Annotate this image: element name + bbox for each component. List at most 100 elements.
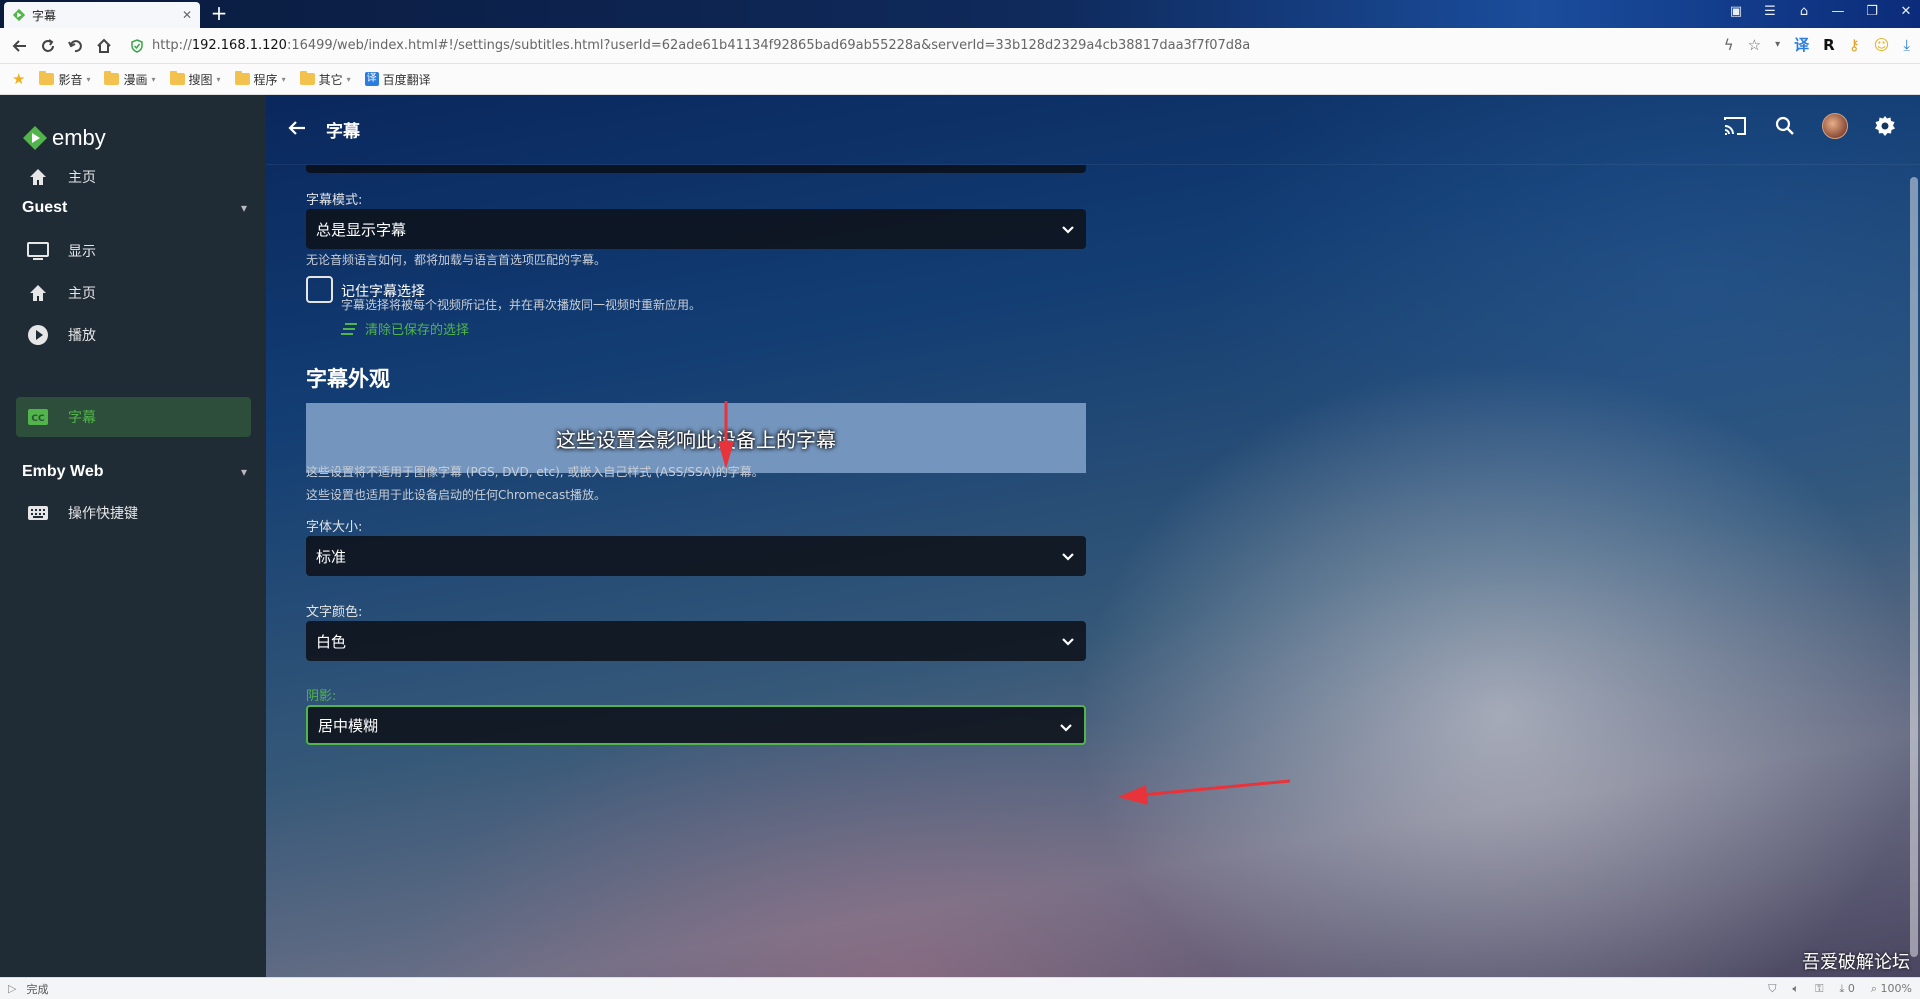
browser-tab[interactable]: 字幕 ✕: [4, 2, 200, 28]
select-value: 总是显示字幕: [316, 220, 407, 239]
cast-icon[interactable]: [1722, 113, 1748, 139]
home-icon: [26, 165, 50, 189]
search-icon[interactable]: [1772, 113, 1798, 139]
sidebar-item-playback[interactable]: 播放: [16, 315, 251, 355]
sidebar-section-guest[interactable]: Guest ▾: [22, 199, 247, 217]
appearance-help-2: 这些设置也适用于此设备启动的任何Chromecast播放。: [306, 488, 606, 502]
sidebar-item-home[interactable]: 主页: [16, 157, 251, 197]
section-title: Emby Web: [22, 463, 104, 480]
url-field[interactable]: http://192.168.1.120:16499/web/index.htm…: [130, 38, 1250, 53]
refresh-icon[interactable]: [34, 32, 62, 60]
status-tools: ⛉ 🔈︎ ⚿ ⤓ 0 ⌕ 100%: [1768, 982, 1912, 996]
user-avatar[interactable]: [1822, 113, 1848, 139]
clear-saved-selections-link[interactable]: 清除已保存的选择: [341, 319, 469, 338]
bookmarks-bar: ★ 影音 ▾ 漫画 ▾ 搜图 ▾ 程序 ▾ 其它 ▾ 译百度翻译: [0, 64, 1920, 95]
address-bar-tools: ϟ ☆ ▾ 译 R ⚷ ☺ ⤓: [1724, 34, 1910, 55]
restore-icon[interactable]: ❐: [1864, 4, 1880, 19]
chevron-down-icon: [1062, 638, 1074, 646]
list-icon: [341, 322, 357, 335]
page-title: 字幕: [326, 122, 360, 142]
tab-title: 字幕: [32, 8, 57, 23]
folder-icon: [169, 71, 185, 85]
font-size-select[interactable]: 标准: [306, 536, 1086, 576]
annotation-arrow-down: [718, 401, 734, 469]
favorites-star-icon[interactable]: ★: [12, 70, 25, 88]
secure-shield-icon: [131, 38, 143, 53]
translate-icon: 译: [364, 72, 379, 86]
back-icon[interactable]: [6, 32, 34, 60]
key-icon[interactable]: ⚷: [1849, 36, 1860, 54]
bookmark-folder-漫画[interactable]: 漫画 ▾: [104, 71, 156, 88]
sidebar-section-emby-web[interactable]: Emby Web ▾: [22, 463, 247, 481]
bookmark-label: 搜图: [188, 72, 213, 87]
shield-icon[interactable]: ⛉: [1768, 982, 1776, 996]
star-icon[interactable]: ☆: [1748, 36, 1761, 54]
emby-logo[interactable]: emby: [22, 125, 106, 151]
close-tab-icon[interactable]: ✕: [182, 8, 192, 22]
emby-app: emby 主页 Guest ▾ 显示 主页 播放 CC 字幕 Emby Web: [0, 95, 1920, 977]
minimize-icon[interactable]: —: [1830, 4, 1846, 19]
sidebar-item-home-settings[interactable]: 主页: [16, 273, 251, 313]
appearance-help-1: 这些设置将不适用于图像字幕 (PGS, DVD, etc), 或嵌入自己样式 (…: [306, 465, 764, 479]
sidebar-item-shortcuts[interactable]: 操作快捷键: [16, 493, 251, 533]
chevron-down-icon: ▾: [240, 465, 247, 479]
page-scrollbar[interactable]: [1908, 177, 1920, 977]
download-count[interactable]: ⤓ 0: [1840, 982, 1855, 996]
select-value: 居中模糊: [318, 716, 379, 735]
status-play-icon[interactable]: ▷: [8, 982, 16, 995]
speaker-icon[interactable]: 🔈︎: [1793, 982, 1800, 996]
sidebar-item-display[interactable]: 显示: [16, 231, 251, 271]
chevron-down-icon: [1062, 553, 1074, 561]
lock-icon[interactable]: ⚿: [1815, 982, 1823, 996]
text-color-select[interactable]: 白色: [306, 621, 1086, 661]
lightning-icon[interactable]: ϟ: [1724, 36, 1734, 54]
sidebar-item-label: 字幕: [68, 410, 96, 426]
avatar: [1822, 113, 1848, 139]
translate-icon[interactable]: 译: [1794, 34, 1809, 55]
emby-favicon-icon: [12, 8, 26, 22]
sidebar: emby 主页 Guest ▾ 显示 主页 播放 CC 字幕 Emby Web: [0, 95, 266, 977]
section-title: Guest: [22, 199, 68, 216]
dropdown-icon[interactable]: ▾: [1775, 39, 1780, 50]
url-host: 192.168.1.120: [191, 38, 287, 53]
bookmark-label: 百度翻译: [382, 72, 431, 87]
subtitle-mode-select[interactable]: 总是显示字幕: [306, 209, 1086, 249]
home-icon[interactable]: [90, 32, 118, 60]
shadow-select[interactable]: 居中模糊: [306, 705, 1086, 745]
bookmark-folder-影音[interactable]: 影音 ▾: [39, 71, 90, 88]
folder-icon: [39, 71, 55, 85]
watermark-text: 吾爱破解论坛: [1802, 952, 1910, 973]
address-bar: http://192.168.1.120:16499/web/index.htm…: [0, 28, 1920, 64]
skin-icon[interactable]: ⌂: [1796, 4, 1812, 19]
clear-link-label: 清除已保存的选择: [365, 323, 470, 338]
extension-r-icon[interactable]: R: [1823, 36, 1835, 54]
close-window-icon[interactable]: ✕: [1898, 4, 1914, 19]
bookmark-label: 影音: [58, 72, 83, 87]
bookmark-label: 程序: [253, 72, 278, 87]
folder-icon: [104, 71, 120, 85]
bookmark-folder-其它[interactable]: 其它 ▾: [299, 71, 351, 88]
header-actions: [1722, 113, 1898, 139]
new-tab-button[interactable]: +: [208, 2, 230, 24]
smiley-icon[interactable]: ☺: [1874, 36, 1890, 54]
menu-icon[interactable]: ☰: [1762, 4, 1778, 19]
bookmark-baidu-translate[interactable]: 译百度翻译: [364, 71, 431, 88]
zoom-level[interactable]: ⌕ 100%: [1871, 982, 1912, 996]
sidebar-item-subtitles[interactable]: CC 字幕: [16, 397, 251, 437]
bookmark-folder-搜图[interactable]: 搜图 ▾: [169, 71, 221, 88]
monitor-icon: [26, 239, 50, 263]
subtitle-mode-help: 无论音频语言如何，都将加载与语言首选项匹配的字幕。: [306, 253, 607, 267]
download-icon[interactable]: ⤓: [1903, 36, 1910, 54]
sidebar-item-label: 操作快捷键: [68, 506, 138, 522]
bookmark-folder-程序[interactable]: 程序 ▾: [234, 71, 286, 88]
back-arrow-icon[interactable]: [286, 117, 308, 143]
gear-icon[interactable]: [1872, 113, 1898, 139]
sidebar-item-label: 显示: [68, 244, 96, 260]
scrollbar-thumb[interactable]: [1910, 177, 1918, 957]
page-header: 字幕: [266, 95, 1920, 165]
remember-selection-checkbox[interactable]: [306, 276, 333, 303]
tab-count-icon[interactable]: ▣: [1728, 4, 1744, 19]
emby-logo-icon: [23, 126, 47, 150]
undo-close-icon[interactable]: [62, 32, 90, 60]
sidebar-item-label: 播放: [68, 328, 96, 344]
